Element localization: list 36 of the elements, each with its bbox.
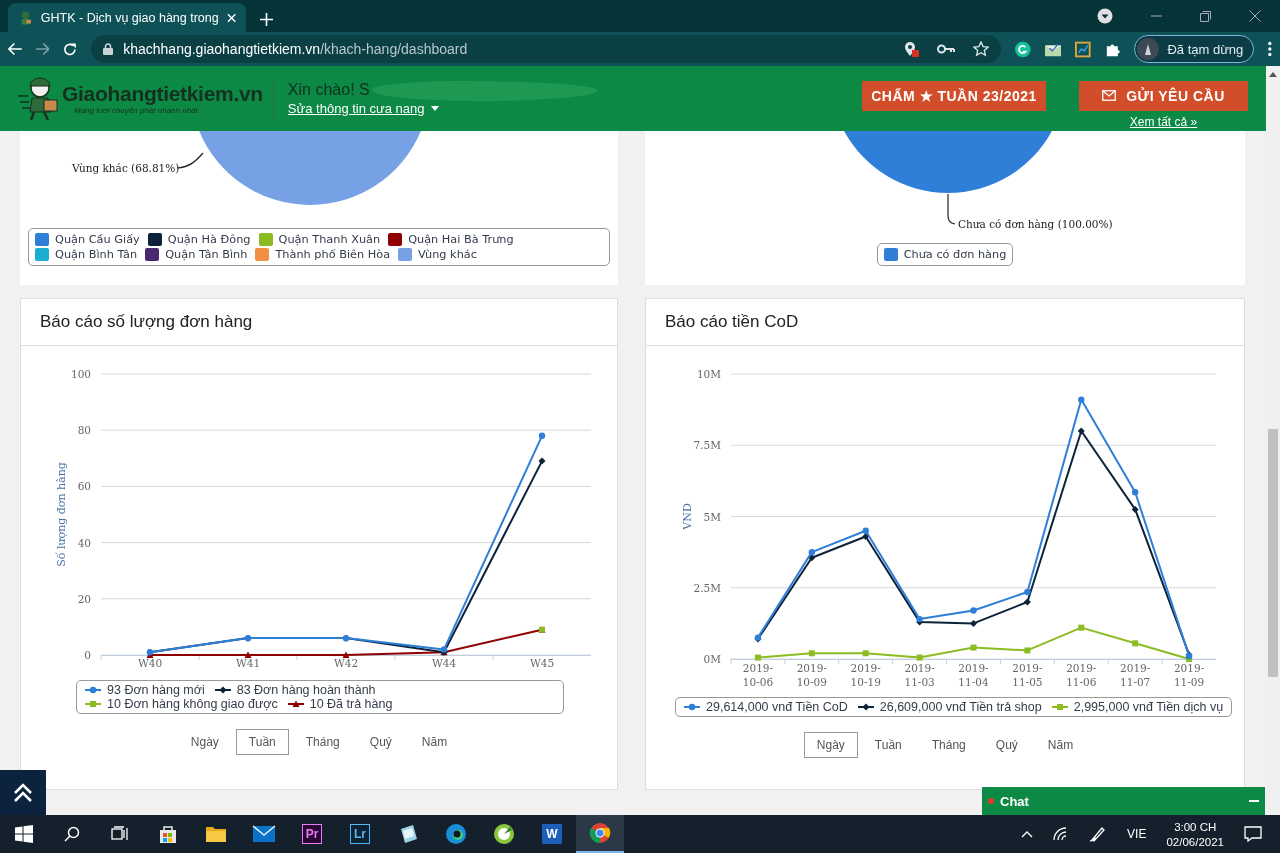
card-title: Báo cáo số lượng đơn hàng <box>21 299 617 346</box>
x-tick-label: W42 <box>333 657 359 669</box>
x-tick-label: W45 <box>529 657 555 669</box>
x-tick-label: W41 <box>235 657 261 669</box>
y-axis-title: VND <box>681 503 694 530</box>
x-tick-label: 2019-11-03 <box>904 662 935 688</box>
logo-tagline: Mạng lưới chuyển phát nhanh nhất <box>74 106 199 115</box>
x-tick-label: 2019-11-09 <box>1173 662 1205 688</box>
slice-label: Chưa có đơn hàng (100.00%) <box>958 218 1113 230</box>
y-tick-label: 7.5M <box>693 439 721 452</box>
x-tick-label: 2019-11-05 <box>1012 662 1043 688</box>
y-axis-title: Số lượng đơn hàng <box>55 462 68 567</box>
y-tick-label: 0 <box>84 649 91 661</box>
y-tick-label: 5M <box>703 510 721 523</box>
url-text: khachhang.giaohangtietkiem.vn/khach-hang/dashboard <box>123 41 468 57</box>
x-tick-label: 2019-11-04 <box>958 662 989 688</box>
card-title: Báo cáo tiền CoD <box>646 299 1244 346</box>
y-tick-label: 10M <box>696 368 721 380</box>
tab-title: GHTK - Dịch vụ giao hàng trong <box>40 10 219 25</box>
y-tick-label: 40 <box>77 536 91 549</box>
y-tick-label: 2.5M <box>693 581 721 594</box>
y-tick-label: 0M <box>703 653 721 665</box>
x-tick-label: 2019-11-06 <box>1066 662 1097 688</box>
y-tick-label: 20 <box>77 592 91 605</box>
slice-label: Vùng khác (68.81%) <box>72 162 180 174</box>
x-tick-label: 2019-10-19 <box>850 662 881 688</box>
x-tick-label: W40 <box>137 657 163 669</box>
y-tick-label: 100 <box>70 368 91 380</box>
y-tick-label: 60 <box>77 480 91 493</box>
x-tick-label: 2019-10-09 <box>796 662 827 688</box>
x-tick-label: 2019-10-06 <box>742 662 774 688</box>
x-tick-label: W44 <box>431 657 457 669</box>
greeting-text: Xin chào! S <box>287 81 371 99</box>
logo-text: Giaohangtietkiem.vn <box>62 82 263 106</box>
x-tick-label: 2019-11-07 <box>1120 662 1151 688</box>
y-tick-label: 80 <box>77 424 91 437</box>
